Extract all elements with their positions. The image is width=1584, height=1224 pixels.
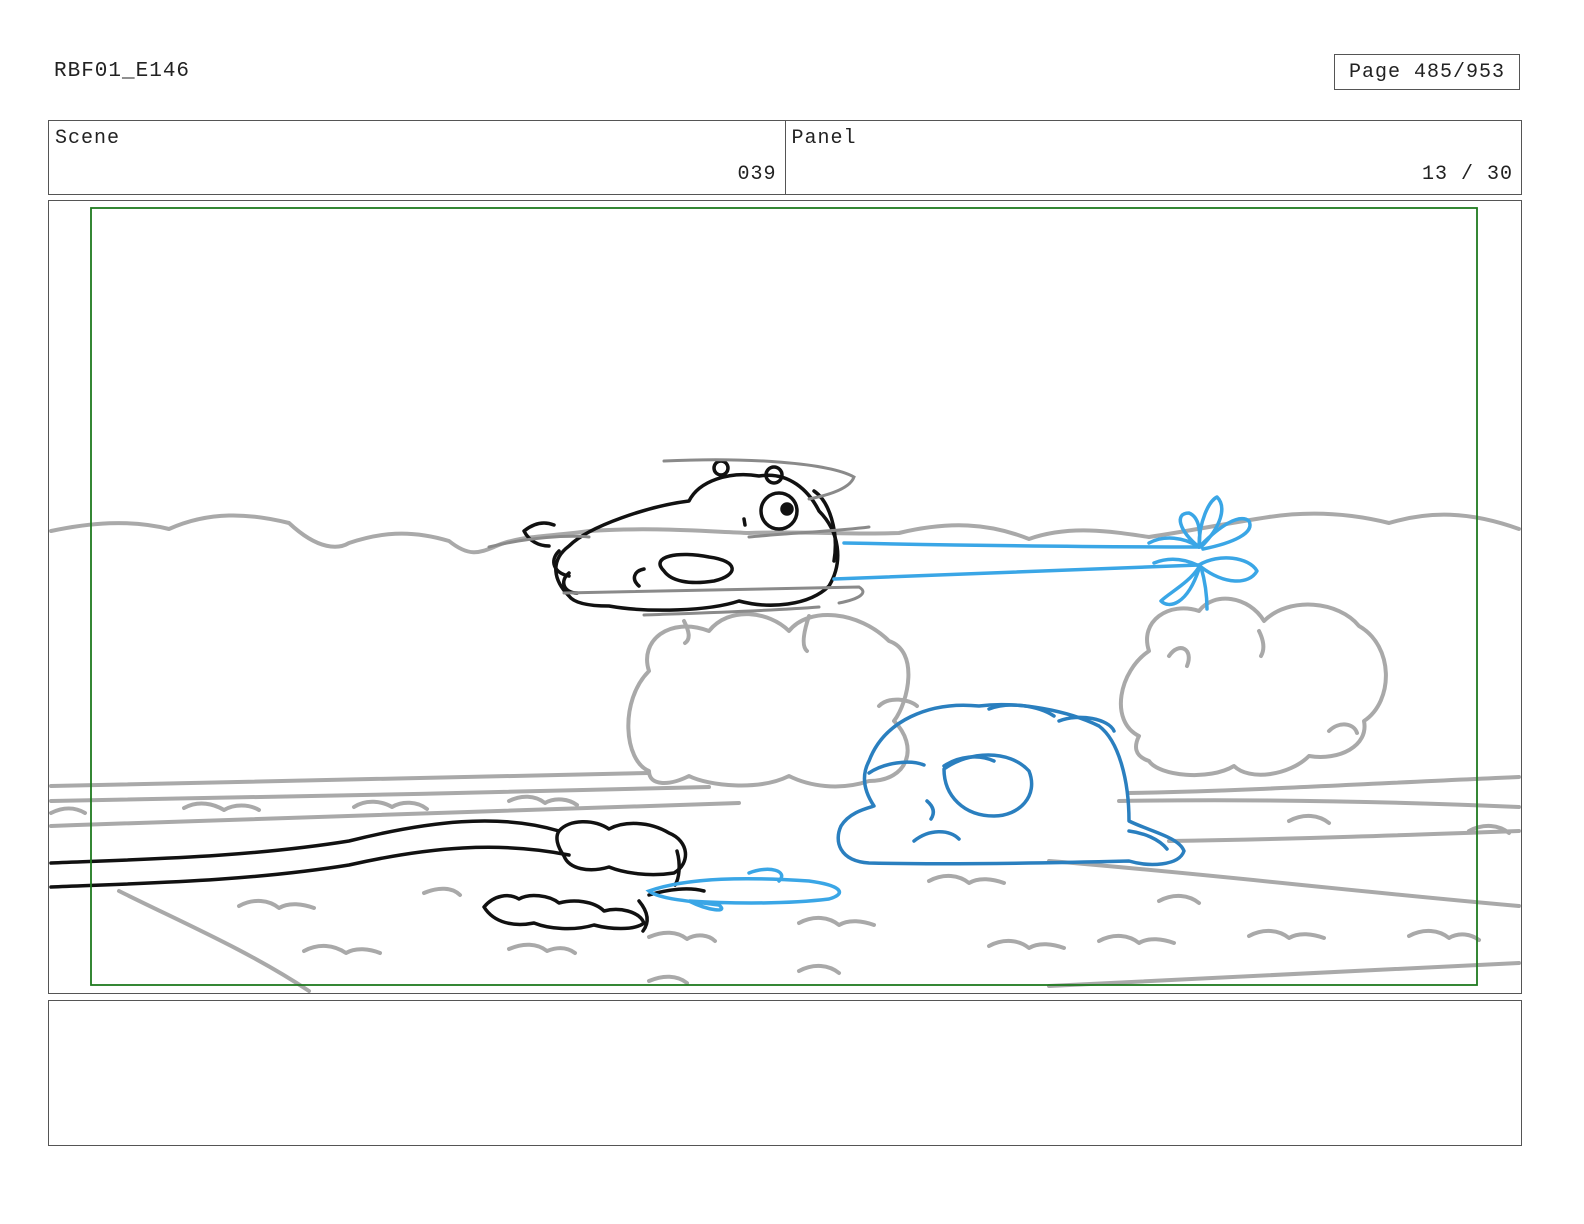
hose-and-arm-sketch [49, 819, 706, 933]
panel-number: 13 / 30 [1421, 163, 1513, 186]
storyboard-panel-frame [48, 200, 1522, 994]
background-scenery [49, 511, 1521, 993]
speed-lines [487, 458, 871, 617]
scene-number: 039 [737, 163, 777, 186]
panel-notes-box [48, 1000, 1522, 1146]
scene-cell: Scene 039 [49, 121, 785, 194]
storyboard-sketch [49, 207, 1521, 993]
scene-panel-header: Scene 039 Panel 13 / 30 [48, 120, 1522, 195]
lying-character-sketch [836, 702, 1186, 867]
document-id: RBF01_E146 [54, 60, 191, 83]
safe-frame [90, 207, 1478, 986]
page-number-box: Page 485/953 [1334, 54, 1520, 90]
water-spray [832, 495, 1259, 611]
panel-cell: Panel 13 / 30 [784, 121, 1522, 194]
panel-label: Panel [791, 127, 857, 150]
scene-label: Scene [55, 127, 121, 150]
